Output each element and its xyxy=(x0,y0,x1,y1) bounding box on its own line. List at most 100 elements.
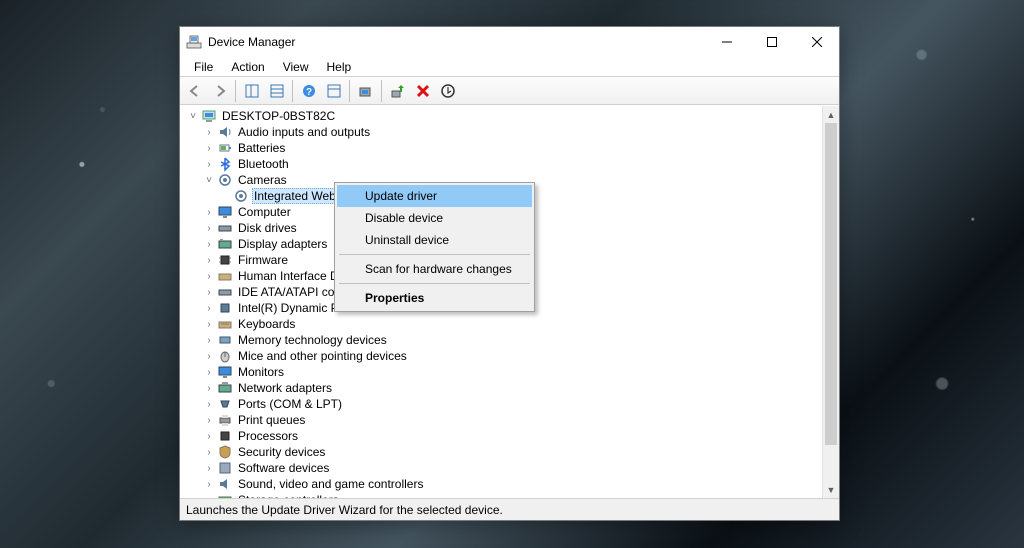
device-tree[interactable]: ˅ DESKTOP-0BST82C › Audio inputs and out… xyxy=(180,106,822,498)
node-label: Print queues xyxy=(236,413,307,427)
tree-node-sound[interactable]: › Sound, video and game controllers xyxy=(184,476,822,492)
chevron-right-icon[interactable]: › xyxy=(202,285,216,299)
help-button[interactable]: ? xyxy=(297,79,320,102)
tree-root[interactable]: ˅ DESKTOP-0BST82C xyxy=(184,108,822,124)
tree-node-mice[interactable]: › Mice and other pointing devices xyxy=(184,348,822,364)
tree-node-ports[interactable]: › Ports (COM & LPT) xyxy=(184,396,822,412)
port-icon xyxy=(217,396,233,412)
chip-icon xyxy=(217,252,233,268)
minimize-button[interactable] xyxy=(704,28,749,57)
tree-node-software[interactable]: › Software devices xyxy=(184,460,822,476)
node-label: Memory technology devices xyxy=(236,333,389,347)
menu-file[interactable]: File xyxy=(186,58,221,76)
bluetooth-icon xyxy=(217,156,233,172)
hid-icon xyxy=(217,268,233,284)
chevron-right-icon[interactable]: › xyxy=(202,365,216,379)
scan-hardware-button[interactable] xyxy=(354,79,377,102)
battery-icon xyxy=(217,140,233,156)
tree-node-memory[interactable]: › Memory technology devices xyxy=(184,332,822,348)
node-label: Monitors xyxy=(236,365,286,379)
chevron-right-icon[interactable]: › xyxy=(202,317,216,331)
chevron-right-icon[interactable]: › xyxy=(202,125,216,139)
properties-button[interactable] xyxy=(322,79,345,102)
chevron-right-icon[interactable]: › xyxy=(202,301,216,315)
menu-action[interactable]: Action xyxy=(223,58,272,76)
tree-node-audio[interactable]: › Audio inputs and outputs xyxy=(184,124,822,140)
node-label: Cameras xyxy=(236,173,289,187)
toolbar-separator xyxy=(235,80,236,102)
chevron-right-icon[interactable]: › xyxy=(202,477,216,491)
ctx-properties[interactable]: Properties xyxy=(337,287,532,309)
scroll-track[interactable] xyxy=(823,123,839,481)
chevron-right-icon[interactable]: › xyxy=(202,333,216,347)
vertical-scrollbar[interactable]: ▲ ▼ xyxy=(822,106,839,498)
display-adapter-icon xyxy=(217,236,233,252)
ctx-uninstall-device[interactable]: Uninstall device xyxy=(337,229,532,251)
tree-node-bluetooth[interactable]: › Bluetooth xyxy=(184,156,822,172)
toolbar-separator xyxy=(292,80,293,102)
ctx-disable-device[interactable]: Disable device xyxy=(337,207,532,229)
chevron-right-icon[interactable]: › xyxy=(202,493,216,498)
chevron-right-icon[interactable]: › xyxy=(202,349,216,363)
tree-node-network[interactable]: › Network adapters xyxy=(184,380,822,396)
tree-node-storage[interactable]: › Storage controllers xyxy=(184,492,822,498)
window-title: Device Manager xyxy=(208,35,295,49)
forward-button[interactable] xyxy=(208,79,231,102)
chevron-right-icon[interactable]: › xyxy=(202,141,216,155)
chevron-right-icon[interactable]: › xyxy=(202,397,216,411)
show-hide-tree-button[interactable] xyxy=(240,79,263,102)
menu-help[interactable]: Help xyxy=(319,58,360,76)
maximize-button[interactable] xyxy=(749,28,794,57)
tree-node-processors[interactable]: › Processors xyxy=(184,428,822,444)
view-button[interactable] xyxy=(265,79,288,102)
tree-node-keyboards[interactable]: › Keyboards xyxy=(184,316,822,332)
chevron-right-icon[interactable]: › xyxy=(202,413,216,427)
node-label: Display adapters xyxy=(236,237,329,251)
chevron-right-icon[interactable]: › xyxy=(202,269,216,283)
menu-view[interactable]: View xyxy=(275,58,317,76)
node-label: Sound, video and game controllers xyxy=(236,477,425,491)
node-label: Security devices xyxy=(236,445,327,459)
scroll-thumb[interactable] xyxy=(825,123,837,445)
chevron-right-icon[interactable]: › xyxy=(202,237,216,251)
mouse-icon xyxy=(217,348,233,364)
chevron-down-icon[interactable]: ˅ xyxy=(202,173,216,187)
chevron-right-icon[interactable]: › xyxy=(202,157,216,171)
ctx-update-driver[interactable]: Update driver xyxy=(337,185,532,207)
camera-icon xyxy=(233,188,249,204)
scroll-up-button[interactable]: ▲ xyxy=(823,106,839,123)
update-driver-toolbar-button[interactable] xyxy=(386,79,409,102)
node-label: Audio inputs and outputs xyxy=(236,125,372,139)
node-label: Batteries xyxy=(236,141,287,155)
ctx-scan-hardware[interactable]: Scan for hardware changes xyxy=(337,258,532,280)
toolbar-separator xyxy=(381,80,382,102)
network-icon xyxy=(217,380,233,396)
chevron-right-icon[interactable]: › xyxy=(202,221,216,235)
node-label: Storage controllers xyxy=(236,493,341,498)
disable-toolbar-button[interactable] xyxy=(436,79,459,102)
chevron-right-icon[interactable]: › xyxy=(202,445,216,459)
titlebar[interactable]: Device Manager xyxy=(180,27,839,57)
chevron-down-icon[interactable]: ˅ xyxy=(186,109,200,123)
tree-node-monitors[interactable]: › Monitors xyxy=(184,364,822,380)
close-button[interactable] xyxy=(794,28,839,57)
tree-node-security[interactable]: › Security devices xyxy=(184,444,822,460)
chevron-right-icon[interactable]: › xyxy=(202,429,216,443)
device-manager-window: Device Manager File Action View Help xyxy=(179,26,840,521)
audio-icon xyxy=(217,124,233,140)
tree-node-batteries[interactable]: › Batteries xyxy=(184,140,822,156)
toolbar: ? xyxy=(180,77,839,105)
back-button[interactable] xyxy=(183,79,206,102)
chevron-right-icon[interactable]: › xyxy=(202,253,216,267)
status-text: Launches the Update Driver Wizard for th… xyxy=(186,503,503,517)
scroll-down-button[interactable]: ▼ xyxy=(823,481,839,498)
chevron-right-icon[interactable]: › xyxy=(202,461,216,475)
node-label: Network adapters xyxy=(236,381,334,395)
uninstall-toolbar-button[interactable] xyxy=(411,79,434,102)
tree-node-printq[interactable]: › Print queues xyxy=(184,412,822,428)
chevron-right-icon[interactable]: › xyxy=(202,205,216,219)
ide-icon xyxy=(217,284,233,300)
chevron-right-icon[interactable]: › xyxy=(202,381,216,395)
node-label: DESKTOP-0BST82C xyxy=(220,109,337,123)
speaker-icon xyxy=(217,476,233,492)
